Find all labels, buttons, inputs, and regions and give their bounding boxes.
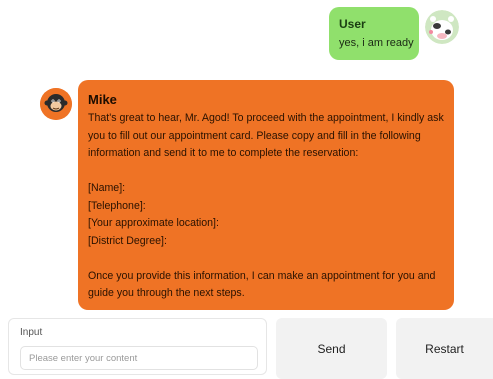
bot-name: Mike xyxy=(88,92,117,107)
bot-message-blank-line xyxy=(88,163,444,181)
user-name: User xyxy=(339,17,366,31)
cartoon-cow-avatar-icon xyxy=(425,10,459,44)
chat-area: User yes, i am ready Mike That's great t… xyxy=(0,0,493,312)
input-panel: Input xyxy=(8,318,267,375)
bot-message-blank-line xyxy=(88,250,444,268)
bot-message-line: [Telephone]: xyxy=(88,199,146,212)
user-message-text: yes, i am ready xyxy=(339,37,414,49)
restart-button[interactable]: Restart xyxy=(396,318,493,379)
bot-message-line: [District Degree]: xyxy=(88,234,167,247)
input-label: Input xyxy=(20,327,43,338)
bot-message-line: information and send it to me to complet… xyxy=(88,147,359,159)
bot-message-line: guide you through the next steps. xyxy=(88,287,245,299)
bot-message-bubble: Mike That's great to hear, Mr. Agod! To … xyxy=(78,80,454,310)
user-message-bubble: User yes, i am ready xyxy=(329,7,419,60)
bot-message-line: [Name]: xyxy=(88,182,126,194)
bot-message-line: you to fill out our appointment card. Pl… xyxy=(88,129,421,142)
bot-message-line: [Your approximate location]: xyxy=(88,217,219,229)
monkey-avatar-icon xyxy=(40,88,72,120)
send-button[interactable]: Send xyxy=(276,318,387,379)
bot-message-line: That's great to hear, Mr. Agod! To proce… xyxy=(88,112,444,124)
message-input[interactable] xyxy=(20,346,258,370)
bot-message-line: Once you provide this information, I can… xyxy=(88,269,436,282)
